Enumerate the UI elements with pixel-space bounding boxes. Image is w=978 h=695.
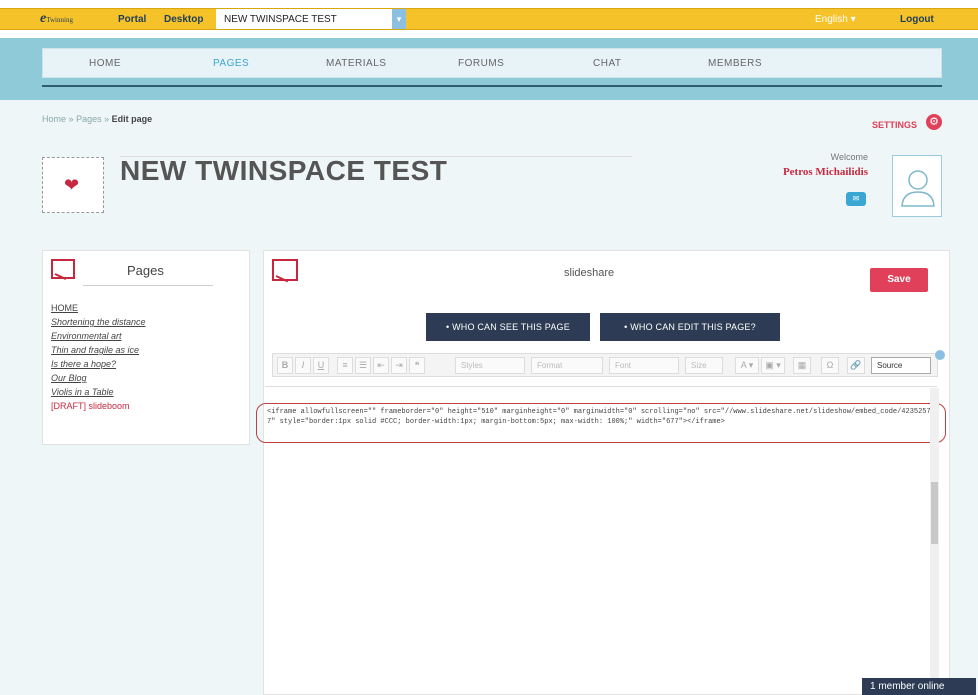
pages-list: HOME Shortening the distance Environment… (51, 301, 146, 413)
welcome-label: Welcome (830, 152, 868, 162)
who-can-edit-button[interactable]: • WHO CAN EDIT THIS PAGE? (600, 313, 780, 341)
page-link-home[interactable]: HOME (51, 301, 146, 315)
table-icon[interactable]: ▦ (793, 357, 811, 374)
language-selector[interactable]: English ▾ (815, 14, 856, 25)
avatar[interactable] (892, 155, 942, 217)
nav-forums[interactable]: FORUMS (458, 58, 504, 69)
nav-members[interactable]: MEMBERS (708, 58, 762, 69)
logo-text: Twinning (46, 16, 73, 24)
indent-icon[interactable]: ⇥ (391, 357, 407, 374)
link-icon[interactable]: 🔗 (847, 357, 865, 374)
nav-chat[interactable]: CHAT (593, 58, 621, 69)
breadcrumb-separator: » (68, 114, 74, 124)
pages-heading-divider (83, 285, 213, 286)
twinspace-logo-box: ❤ (42, 157, 104, 213)
bold-button[interactable]: B (277, 357, 293, 374)
pages-heading: Pages (127, 263, 164, 278)
blockquote-icon[interactable]: ❝ (409, 357, 425, 374)
twinspace-selector[interactable]: NEW TWINSPACE TEST (216, 9, 392, 29)
editor-scrollbar[interactable] (930, 388, 939, 688)
pages-icon (51, 259, 75, 279)
info-icon[interactable] (935, 350, 945, 360)
message-icon[interactable]: ✉ (846, 192, 866, 206)
top-bar: eTwinning Portal Desktop NEW TWINSPACE T… (0, 0, 978, 38)
desktop-link[interactable]: Desktop (164, 14, 203, 25)
outdent-icon[interactable]: ⇤ (373, 357, 389, 374)
italic-button[interactable]: I (295, 357, 311, 374)
heart-icon: ❤ (64, 175, 80, 195)
main-nav: HOME PAGES MATERIALS FORUMS CHAT MEMBERS (42, 48, 942, 78)
top-bar-strip: eTwinning Portal Desktop NEW TWINSPACE T… (0, 8, 978, 30)
breadcrumb-pages[interactable]: Pages (76, 114, 102, 124)
nav-divider (42, 85, 942, 87)
main-nav-band: HOME PAGES MATERIALS FORUMS CHAT MEMBERS (0, 38, 978, 100)
gear-icon[interactable]: ⚙ (926, 114, 942, 130)
underline-button[interactable]: U (313, 357, 329, 374)
page-icon (272, 259, 298, 281)
nav-materials[interactable]: MATERIALS (326, 58, 386, 69)
source-button[interactable]: Source (871, 357, 931, 374)
scrollbar-thumb[interactable] (931, 482, 938, 544)
background-color-icon[interactable]: ▣ ▾ (761, 357, 785, 374)
breadcrumb: Home » Pages » Edit page (42, 114, 152, 124)
size-select[interactable]: Size (685, 357, 723, 374)
page-link[interactable]: Our Blog (51, 371, 146, 385)
breadcrumb-home[interactable]: Home (42, 114, 66, 124)
etwinning-logo[interactable]: eTwinning (40, 11, 73, 27)
format-select[interactable]: Format (531, 357, 603, 374)
save-button[interactable]: Save (870, 268, 928, 292)
content-area: Home » Pages » Edit page SETTINGS ⚙ ❤ NE… (0, 100, 978, 695)
pages-panel: Pages HOME Shortening the distance Envir… (42, 250, 250, 445)
members-online-badge[interactable]: 1 member online (862, 678, 976, 695)
text-color-icon[interactable]: A ▾ (735, 357, 759, 374)
twinspace-dropdown-icon[interactable]: ▾ (392, 9, 406, 29)
page-name-field[interactable]: slideshare (564, 267, 614, 279)
who-can-see-button[interactable]: • WHO CAN SEE THIS PAGE (426, 313, 590, 341)
bullet-list-icon[interactable]: ☰ (355, 357, 371, 374)
page-link[interactable]: Environmental art (51, 329, 146, 343)
highlight-annotation (256, 403, 946, 443)
numbered-list-icon[interactable]: ≡ (337, 357, 353, 374)
styles-select[interactable]: Styles (455, 357, 525, 374)
page-link[interactable]: Shortening the distance (51, 315, 146, 329)
user-name[interactable]: Petros Michailidis (736, 166, 868, 178)
logout-link[interactable]: Logout (900, 14, 934, 25)
breadcrumb-current: Edit page (111, 114, 153, 124)
nav-pages[interactable]: PAGES (213, 58, 249, 69)
breadcrumb-separator: » (104, 114, 110, 124)
font-select[interactable]: Font (609, 357, 679, 374)
page-link[interactable]: Violis in a Table (51, 385, 146, 399)
settings-link[interactable]: SETTINGS (872, 120, 917, 130)
source-editor[interactable]: <iframe allowfullscreen="" frameborder="… (256, 386, 946, 691)
editor-panel: slideshare Save • WHO CAN SEE THIS PAGE … (256, 250, 950, 695)
page-link-draft[interactable]: [DRAFT] slideboom (51, 399, 146, 413)
editor-toolbar: B I U ≡ ☰ ⇤ ⇥ ❝ Styles Format Font Size … (272, 350, 945, 377)
page-link[interactable]: Thin and fragile as ice (51, 343, 146, 357)
nav-home[interactable]: HOME (89, 58, 121, 69)
portal-link[interactable]: Portal (118, 14, 146, 25)
special-char-icon[interactable]: Ω (821, 357, 839, 374)
page-link[interactable]: Is there a hope? (51, 357, 146, 371)
page-title: NEW TWINSPACE TEST (120, 155, 448, 186)
user-silhouette-icon (901, 170, 935, 207)
